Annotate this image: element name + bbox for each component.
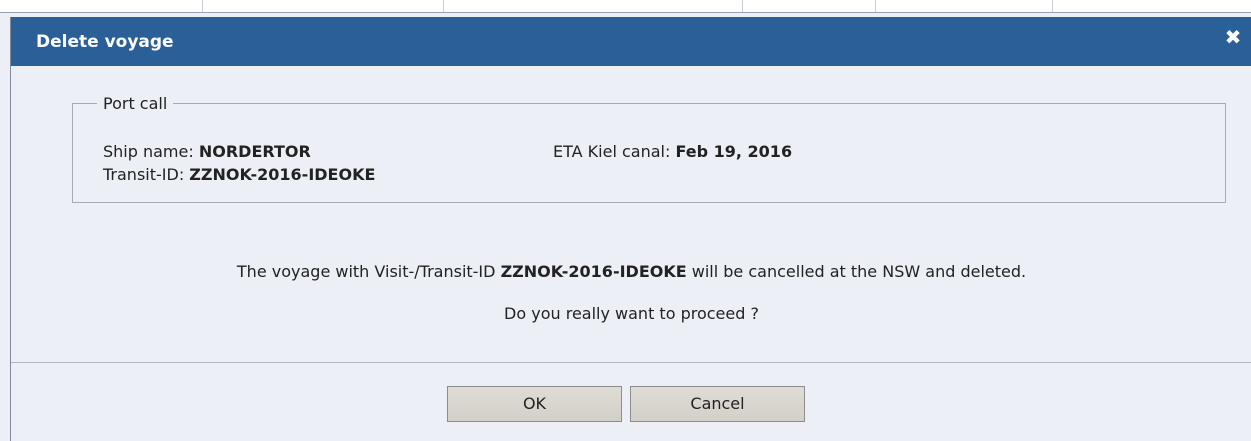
transit-id-field: Transit-ID: ZZNOK-2016-IDEOKE bbox=[103, 165, 375, 184]
port-call-group: Port call Ship name: NORDERTOR ETA Kiel … bbox=[72, 94, 1226, 203]
confirmation-question: Do you really want to proceed ? bbox=[504, 304, 759, 323]
background-window-header bbox=[0, 0, 1251, 13]
dialog-title: Delete voyage bbox=[36, 32, 174, 52]
column-divider bbox=[742, 0, 743, 12]
ship-name-field: Ship name: NORDERTOR bbox=[103, 142, 311, 161]
transit-id-value: ZZNOK-2016-IDEOKE bbox=[189, 165, 376, 184]
eta-value: Feb 19, 2016 bbox=[675, 142, 793, 161]
dialog-footer: OK Cancel bbox=[11, 363, 1251, 441]
close-icon[interactable]: ✖ bbox=[1222, 26, 1244, 48]
dialog-titlebar[interactable]: Delete voyage ✖ bbox=[11, 17, 1251, 66]
message-suffix: will be cancelled at the NSW and deleted… bbox=[691, 262, 1027, 281]
column-divider bbox=[202, 0, 203, 12]
message-transit-id: ZZNOK-2016-IDEOKE bbox=[500, 262, 687, 281]
eta-field: ETA Kiel canal: Feb 19, 2016 bbox=[553, 142, 792, 161]
dialog-body: Port call Ship name: NORDERTOR ETA Kiel … bbox=[11, 66, 1251, 360]
delete-voyage-dialog: Delete voyage ✖ Port call Ship name: NOR… bbox=[10, 17, 1251, 441]
message-prefix: The voyage with Visit-/Transit-ID bbox=[236, 262, 496, 281]
column-divider bbox=[1052, 0, 1053, 12]
cancel-button[interactable]: Cancel bbox=[630, 386, 805, 422]
column-divider bbox=[875, 0, 876, 12]
confirmation-message: The voyage with Visit-/Transit-ID ZZNOK-… bbox=[11, 262, 1251, 281]
eta-label: ETA Kiel canal: bbox=[553, 142, 671, 161]
port-call-legend: Port call bbox=[97, 94, 174, 113]
ship-name-value: NORDERTOR bbox=[198, 142, 311, 161]
ship-name-label: Ship name: bbox=[103, 142, 194, 161]
column-divider bbox=[443, 0, 444, 12]
ok-button[interactable]: OK bbox=[447, 386, 622, 422]
transit-id-label: Transit-ID: bbox=[103, 165, 185, 184]
